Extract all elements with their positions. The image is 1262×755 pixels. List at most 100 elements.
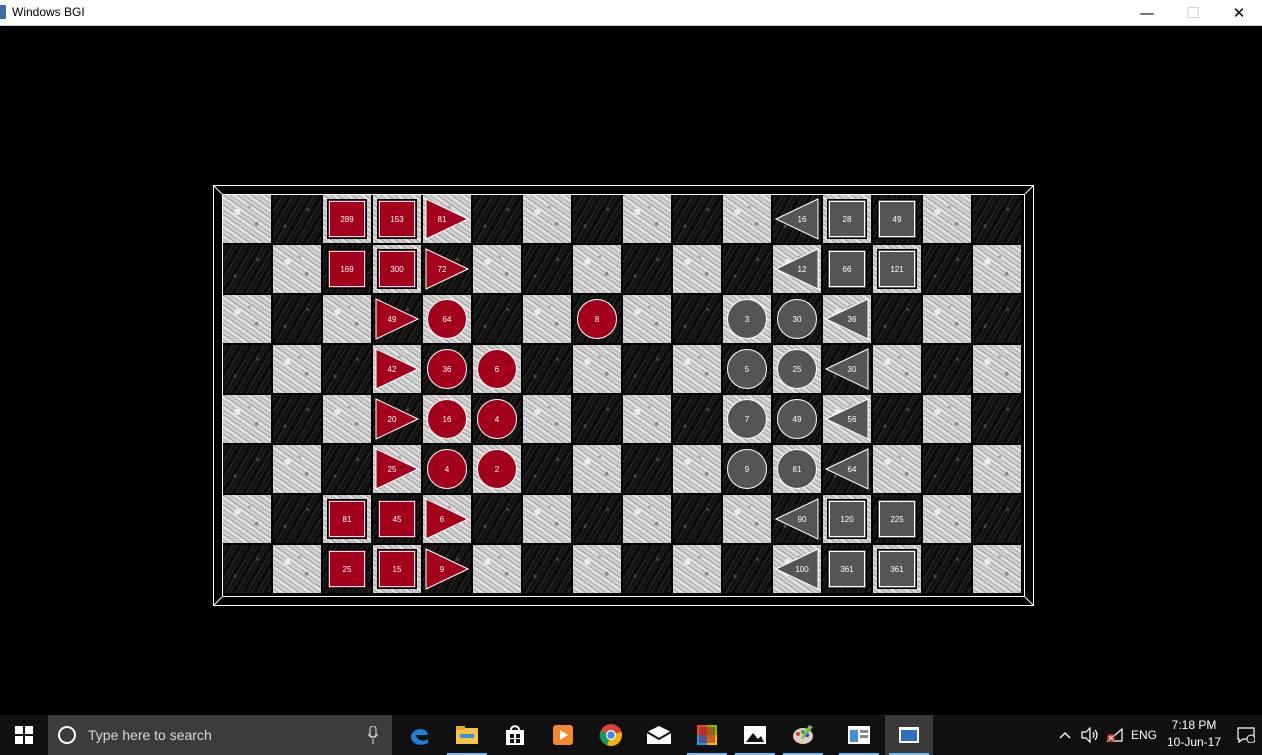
gray-circle-piece[interactable]: 81 (777, 449, 817, 489)
board-cell[interactable]: 121 (873, 245, 921, 293)
board-cell[interactable]: 169 (323, 245, 371, 293)
board-cell[interactable] (673, 245, 721, 293)
board-cell[interactable] (323, 345, 371, 393)
board-cell[interactable]: 49 (773, 395, 821, 443)
red-square-piece[interactable]: 25 (327, 549, 367, 589)
board-cell[interactable]: 81 (323, 495, 371, 543)
red-circle-piece[interactable]: 36 (427, 349, 467, 389)
board-cell[interactable] (873, 295, 921, 343)
red-circle-piece[interactable]: 16 (427, 399, 467, 439)
board-cell[interactable] (323, 295, 371, 343)
red-circle-piece[interactable]: 8 (577, 299, 617, 339)
board-cell[interactable] (323, 445, 371, 493)
board-cell[interactable]: 2 (473, 445, 521, 493)
red-triangle-piece[interactable]: 72 (425, 248, 469, 290)
board-cell[interactable] (723, 495, 771, 543)
board-cell[interactable] (623, 345, 671, 393)
board-cell[interactable] (723, 245, 771, 293)
board-cell[interactable] (973, 195, 1021, 243)
board-cell[interactable]: 25 (373, 445, 421, 493)
board-cell[interactable] (473, 495, 521, 543)
red-square-piece[interactable]: 300 (377, 249, 417, 289)
board-cell[interactable] (623, 245, 671, 293)
red-triangle-piece[interactable]: 42 (375, 348, 419, 390)
board-cell[interactable]: 15 (373, 545, 421, 593)
board-cell[interactable]: 300 (373, 245, 421, 293)
board-cell[interactable]: 12 (773, 245, 821, 293)
gray-square-piece[interactable]: 28 (827, 199, 867, 239)
board-cell[interactable]: 7 (723, 395, 771, 443)
gray-circle-piece[interactable]: 30 (777, 299, 817, 339)
board-cell[interactable]: 28 (823, 195, 871, 243)
board-cell[interactable]: 9 (723, 445, 771, 493)
board-cell[interactable] (973, 545, 1021, 593)
red-triangle-piece[interactable]: 25 (375, 448, 419, 490)
board-cell[interactable]: 100 (773, 545, 821, 593)
board-cell[interactable]: 361 (823, 545, 871, 593)
board-cell[interactable]: 225 (873, 495, 921, 543)
board-cell[interactable]: 30 (823, 345, 871, 393)
board-cell[interactable] (523, 495, 571, 543)
red-square-piece[interactable]: 45 (377, 499, 417, 539)
board-cell[interactable] (523, 445, 571, 493)
paint-icon[interactable] (779, 715, 827, 755)
volume-icon[interactable] (1078, 715, 1102, 755)
edge-icon[interactable] (395, 715, 443, 755)
board-cell[interactable] (873, 345, 921, 393)
gray-square-piece[interactable]: 361 (827, 549, 867, 589)
office-icon[interactable] (683, 715, 731, 755)
board-cell[interactable] (673, 545, 721, 593)
board-cell[interactable] (523, 295, 571, 343)
board-cell[interactable] (623, 445, 671, 493)
board-cell[interactable]: 16 (423, 395, 471, 443)
board-cell[interactable]: 6 (423, 495, 471, 543)
red-triangle-piece[interactable]: 6 (425, 498, 469, 540)
board-cell[interactable] (273, 545, 321, 593)
board-cell[interactable] (273, 195, 321, 243)
board-cell[interactable] (873, 445, 921, 493)
board-cell[interactable] (723, 195, 771, 243)
gray-circle-piece[interactable]: 3 (727, 299, 767, 339)
red-circle-piece[interactable]: 6 (477, 349, 517, 389)
board-cell[interactable]: 66 (823, 245, 871, 293)
board-cell[interactable] (223, 445, 271, 493)
chrome-icon[interactable] (587, 715, 635, 755)
microphone-icon[interactable] (368, 726, 378, 744)
board-cell[interactable] (923, 195, 971, 243)
board-cell[interactable] (573, 195, 621, 243)
board-cell[interactable] (523, 245, 571, 293)
gray-square-piece[interactable]: 121 (877, 249, 917, 289)
board-cell[interactable] (923, 295, 971, 343)
board-cell[interactable]: 20 (373, 395, 421, 443)
board-cell[interactable] (573, 495, 621, 543)
board-cell[interactable] (623, 495, 671, 543)
clock[interactable]: 7:18 PM 10-Jun-17 (1160, 717, 1228, 751)
mail-icon[interactable] (635, 715, 683, 755)
board-cell[interactable] (523, 545, 571, 593)
board-cell[interactable] (523, 345, 571, 393)
board-cell[interactable]: 81 (423, 195, 471, 243)
board-cell[interactable] (523, 195, 571, 243)
board-cell[interactable]: 64 (823, 445, 871, 493)
show-hidden-icons-icon[interactable] (1056, 715, 1074, 755)
red-circle-piece[interactable]: 4 (477, 399, 517, 439)
red-square-piece[interactable]: 153 (377, 199, 417, 239)
board-cell[interactable] (573, 345, 621, 393)
board-cell[interactable]: 45 (373, 495, 421, 543)
red-square-piece[interactable]: 15 (377, 549, 417, 589)
board-cell[interactable] (923, 445, 971, 493)
board-cell[interactable] (723, 545, 771, 593)
board-cell[interactable] (273, 345, 321, 393)
board-cell[interactable] (673, 295, 721, 343)
board-cell[interactable] (923, 395, 971, 443)
photos-icon[interactable] (731, 715, 779, 755)
media-player-icon[interactable] (539, 715, 587, 755)
gray-triangle-piece[interactable]: 64 (825, 448, 869, 490)
gray-triangle-piece[interactable]: 100 (775, 548, 819, 590)
red-triangle-piece[interactable]: 81 (425, 198, 469, 240)
board-cell[interactable] (273, 495, 321, 543)
board-cell[interactable]: 42 (373, 345, 421, 393)
board-cell[interactable]: 8 (573, 295, 621, 343)
board-cell[interactable] (923, 345, 971, 393)
gray-triangle-piece[interactable]: 36 (825, 298, 869, 340)
